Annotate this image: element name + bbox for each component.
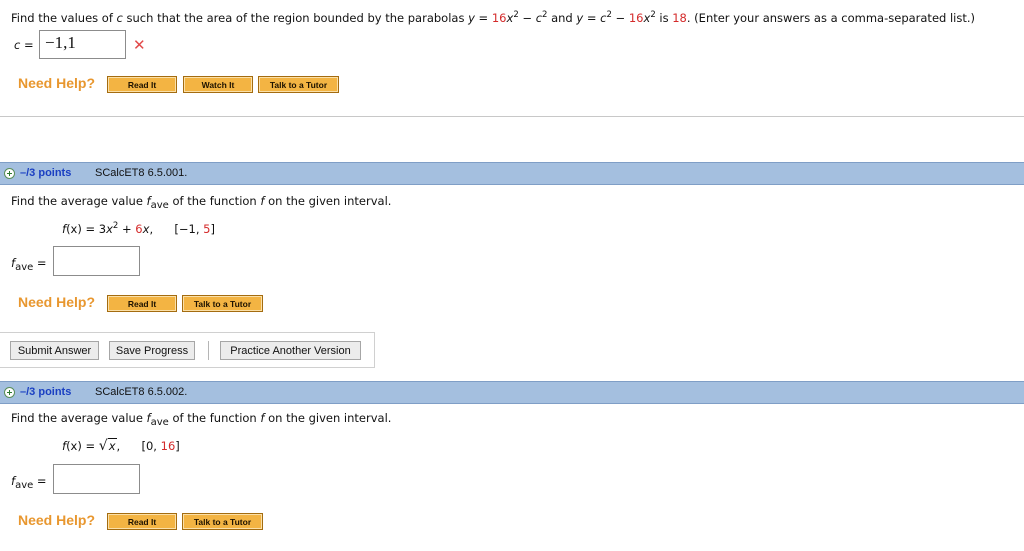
top-question-prompt: Find the values of c such that the area … (11, 10, 976, 25)
question-1-function: f(x) = 3x2 + 6x, [−1, 5] (62, 221, 215, 236)
top-answer-input[interactable]: −1,1 (39, 30, 126, 59)
section-divider (0, 116, 1024, 117)
question-2-header: –/3 points SCalcET8 6.5.002. (0, 381, 1024, 404)
read-it-button-1[interactable]: Read It (107, 295, 177, 312)
question-1-prompt: Find the average value fave of the funct… (11, 194, 392, 211)
expand-plus-icon[interactable] (4, 387, 15, 398)
question-2-function: f(x) = √x, [0, 16] (62, 438, 180, 454)
top-answer-label: c = (14, 38, 34, 52)
read-it-button-2[interactable]: Read It (107, 513, 177, 530)
need-help-label-2: Need Help? (18, 512, 96, 528)
question-1-id: SCalcET8 6.5.001. (95, 167, 188, 179)
watch-it-button-top[interactable]: Watch It (183, 76, 253, 93)
sqrt-symbol: √ (98, 438, 108, 454)
top-answer-value: −1,1 (45, 33, 76, 52)
save-progress-button[interactable]: Save Progress (109, 341, 195, 360)
question-2-prompt: Find the average value fave of the funct… (11, 411, 392, 428)
expand-plus-icon[interactable] (4, 168, 15, 179)
need-help-label-1: Need Help? (18, 294, 96, 310)
action-separator (208, 341, 209, 360)
question-1-header: –/3 points SCalcET8 6.5.001. (0, 162, 1024, 185)
incorrect-icon: ✕ (133, 36, 146, 54)
question-1-answer-label: fave = (11, 256, 47, 273)
talk-to-tutor-button-top[interactable]: Talk to a Tutor (258, 76, 339, 93)
question-2-answer-input[interactable] (53, 464, 140, 494)
practice-another-version-button[interactable]: Practice Another Version (220, 341, 361, 360)
question-1-points: –/3 points (20, 167, 72, 179)
need-help-label-top: Need Help? (18, 75, 96, 91)
question-2-answer-label: fave = (11, 474, 47, 491)
read-it-button-top[interactable]: Read It (107, 76, 177, 93)
talk-to-tutor-button-1[interactable]: Talk to a Tutor (182, 295, 263, 312)
question-2-id: SCalcET8 6.5.002. (95, 386, 188, 398)
question-2-points: –/3 points (20, 386, 72, 398)
submit-answer-button[interactable]: Submit Answer (10, 341, 99, 360)
talk-to-tutor-button-2[interactable]: Talk to a Tutor (182, 513, 263, 530)
question-1-answer-input[interactable] (53, 246, 140, 276)
